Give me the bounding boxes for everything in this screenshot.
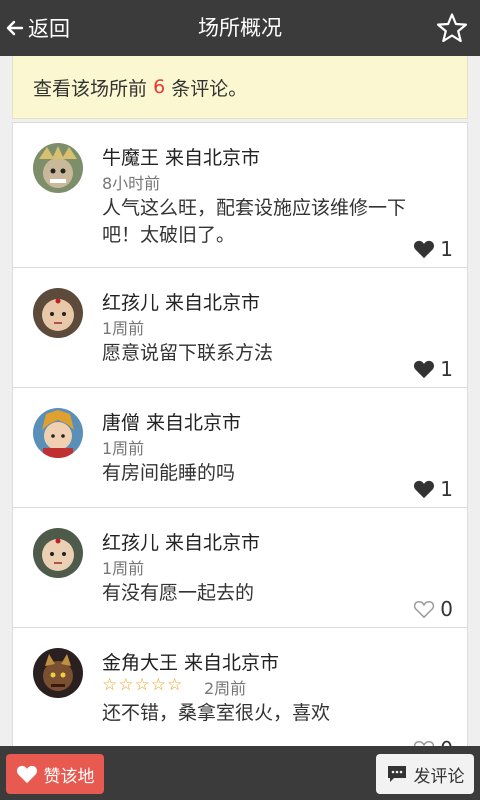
like-button[interactable]: 0 <box>413 737 453 746</box>
comment-item: 红孩儿 来自北京市 1周前 愿意说留下联系方法 1 <box>12 268 468 388</box>
comment-text: 愿意说留下联系方法 <box>102 342 274 364</box>
like-count: 0 <box>440 737 453 746</box>
comment-time: 8小时前 <box>102 174 161 193</box>
like-count: 1 <box>440 477 453 501</box>
comment-text: 人气这么旺，配套设施应该维修一下吧！太破旧了。 <box>102 197 407 246</box>
like-button[interactable]: 1 <box>413 477 453 501</box>
commenter-name: 红孩儿 来自北京市 <box>102 292 261 314</box>
comment-count: 6 <box>153 76 166 98</box>
page-title: 场所概况 <box>198 16 282 40</box>
comment-item: 牛魔王 来自北京市 8小时前 人气这么旺，配套设施应该维修一下吧！太破旧了。 1 <box>12 122 468 268</box>
back-label: 返回 <box>28 17 70 41</box>
rating-stars: ☆☆☆☆☆ <box>102 675 184 695</box>
comments-notice[interactable]: 查看该场所前 6 条评论。 <box>12 56 468 119</box>
like-button[interactable]: 0 <box>413 597 453 621</box>
comment-text: 还不错，桑拿室很火，喜欢 <box>102 702 331 724</box>
praise-label: 赞该地 <box>43 766 95 787</box>
notice-suffix: 条评论。 <box>171 77 248 100</box>
comment-time: 1周前 <box>102 559 145 578</box>
post-comment-button[interactable]: 发评论 <box>376 754 474 794</box>
heart-filled-icon <box>414 360 435 379</box>
comment-time: 1周前 <box>102 319 145 338</box>
heart-outline-icon <box>414 600 435 619</box>
comment-time: 1周前 <box>102 439 145 458</box>
avatar[interactable] <box>33 143 83 193</box>
like-count: 0 <box>440 597 453 621</box>
praise-place-button[interactable]: 赞该地 <box>6 754 104 794</box>
comment-list-area[interactable]: 查看该场所前 6 条评论。 牛魔王 来自北京市 8小时前 人气这么旺，配套设施应… <box>12 56 468 746</box>
like-button[interactable]: 1 <box>413 357 453 381</box>
comment-bubble-icon <box>387 766 406 782</box>
comment-text: 有房间能睡的吗 <box>102 462 236 484</box>
bottom-bar: 赞该地 发评论 <box>0 746 480 800</box>
comment-item: 金角大王 来自北京市 ☆☆☆☆☆ 2周前 还不错，桑拿室很火，喜欢 0 <box>12 628 468 746</box>
comment-text: 有没有愿一起去的 <box>102 582 255 604</box>
comment-item: 红孩儿 来自北京市 1周前 有没有愿一起去的 0 <box>12 508 468 628</box>
commenter-name: 唐僧 来自北京市 <box>102 412 242 434</box>
avatar[interactable] <box>33 408 83 458</box>
avatar[interactable] <box>33 288 83 338</box>
avatar[interactable] <box>33 528 83 578</box>
favorite-star-icon[interactable] <box>436 12 468 44</box>
heart-outline-icon <box>414 740 435 746</box>
commenter-name: 牛魔王 来自北京市 <box>102 147 261 169</box>
commenter-name: 红孩儿 来自北京市 <box>102 532 261 554</box>
avatar[interactable] <box>33 648 83 698</box>
back-button[interactable]: 返回 <box>6 0 70 56</box>
like-count: 1 <box>440 237 453 261</box>
top-bar: 返回 场所概况 <box>0 0 480 56</box>
like-count: 1 <box>440 357 453 381</box>
comment-item: 唐僧 来自北京市 1周前 有房间能睡的吗 1 <box>12 388 468 508</box>
heart-icon <box>16 765 37 784</box>
notice-prefix: 查看该场所前 <box>33 77 148 100</box>
heart-filled-icon <box>414 240 435 259</box>
comment-time: 2周前 <box>204 679 247 698</box>
like-button[interactable]: 1 <box>413 237 453 261</box>
arrow-left-icon <box>6 20 24 36</box>
post-comment-label: 发评论 <box>413 766 465 787</box>
heart-filled-icon <box>414 480 435 499</box>
commenter-name: 金角大王 来自北京市 <box>102 652 280 674</box>
